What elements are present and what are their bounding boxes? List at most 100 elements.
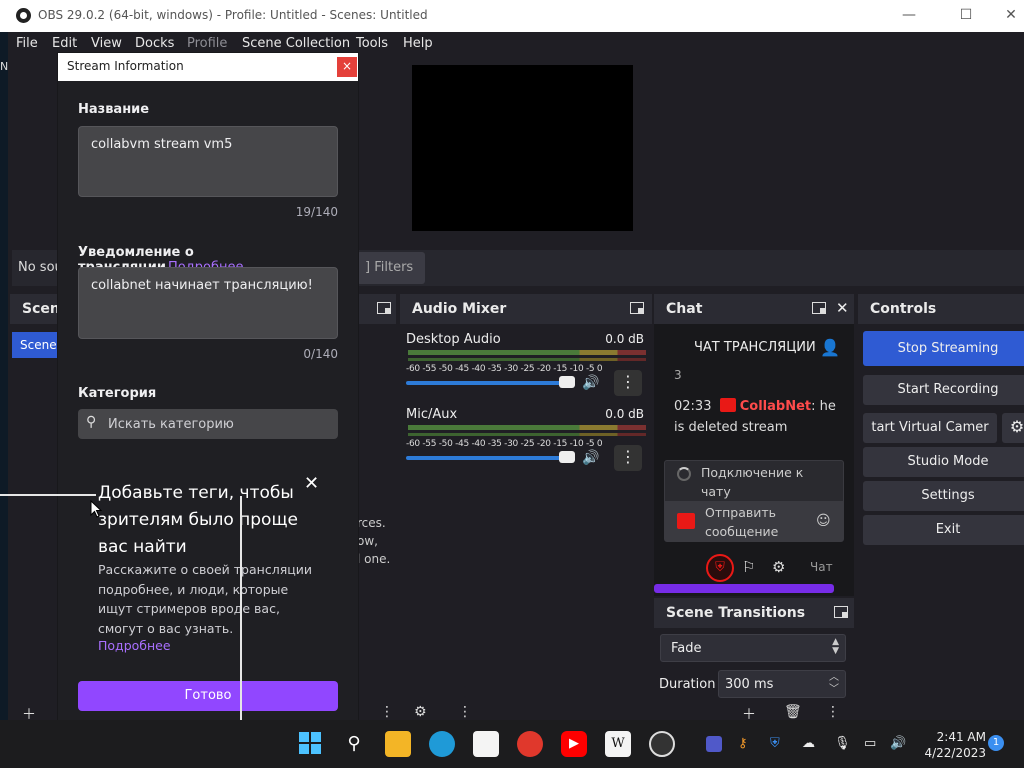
obs-logo-icon <box>16 8 31 23</box>
wikipedia-icon[interactable]: W <box>605 731 631 757</box>
close-icon[interactable]: ✕ <box>304 473 319 494</box>
menu-scene-collection[interactable]: Scene Collection <box>242 36 350 51</box>
message-username[interactable]: CollabNet <box>740 399 811 414</box>
menu-edit[interactable]: Edit <box>52 36 77 51</box>
taskbar-clock[interactable]: 2:41 AM 4/22/2023 <box>916 729 986 761</box>
gear-icon[interactable]: ⚙ <box>772 558 785 576</box>
title-field-label: Название <box>78 102 150 117</box>
mod-shield-icon[interactable]: ⛨ <box>706 554 734 582</box>
close-window-button[interactable]: ✕ <box>988 0 1024 32</box>
volume-meter <box>408 433 646 436</box>
transition-select[interactable]: Fade ▲ ▼ <box>660 634 846 662</box>
exit-button[interactable]: Exit <box>863 515 1024 545</box>
gear-icon[interactable]: ⚙ <box>414 704 427 720</box>
chevron-updown-icon: ▲ ▼ <box>832 637 839 656</box>
notification-badge[interactable]: 1 <box>988 735 1004 751</box>
security-icon[interactable]: ⛨ <box>770 736 780 751</box>
dialog-close-button[interactable]: × <box>337 57 357 77</box>
audio-mixer-title: Audio Mixer <box>412 301 507 317</box>
chat-message: 02:33 CollabNet: he is deleted stream <box>674 396 844 438</box>
search-icon: ⚲ <box>86 414 97 430</box>
kebab-icon[interactable]: ⋮ <box>380 704 394 720</box>
category-search-box[interactable]: ⚲ <box>78 409 338 439</box>
menu-file[interactable]: File <box>16 36 38 51</box>
kebab-icon[interactable]: ⋮ <box>826 704 840 720</box>
scene-transitions-header: Scene Transitions <box>654 598 854 628</box>
menu-view[interactable]: View <box>91 36 122 51</box>
broadcaster-badge-icon <box>719 398 736 412</box>
microphone-icon[interactable]: 🎙 <box>834 736 851 751</box>
close-icon[interactable]: ✕ <box>836 299 849 317</box>
speaker-icon[interactable]: 🔊 <box>582 375 599 391</box>
minimize-button[interactable]: — <box>886 0 932 32</box>
duration-value: 300 ms <box>725 677 774 692</box>
loading-spinner-icon <box>677 467 691 481</box>
key-icon[interactable]: ⚷ <box>738 736 748 751</box>
done-button[interactable]: Готово <box>78 681 338 711</box>
undock-icon[interactable] <box>377 302 391 314</box>
notification-input[interactable]: collabnet начинает трансляцию! <box>78 267 338 339</box>
scene-list-item[interactable]: Scene <box>12 332 60 358</box>
chat-connecting-popup: Подключение к чату Отправить сообщение ☺ <box>664 460 844 542</box>
mixer-channel-mic: Mic/Aux 0.0 dB -60 -55 -50 -45 -40 -35 -… <box>406 407 646 471</box>
cart-icon[interactable]: ⚐ <box>742 558 755 576</box>
sources-help-line: l one. <box>357 552 391 566</box>
channel-menu-button[interactable]: ⋮ <box>614 445 642 471</box>
channel-name: Mic/Aux <box>406 407 458 422</box>
edge-browser-icon[interactable] <box>429 731 455 757</box>
start-virtual-camera-button[interactable]: tart Virtual Camer <box>863 413 997 443</box>
teams-icon[interactable] <box>706 736 722 752</box>
volume-slider-handle[interactable] <box>559 451 575 463</box>
sources-help-line: rces. <box>357 516 386 530</box>
network-icon[interactable]: ▭ <box>864 736 876 751</box>
clock-time: 2:41 AM <box>936 730 986 744</box>
emote-icon[interactable]: ☺ <box>816 513 831 529</box>
volume-slider-handle[interactable] <box>559 376 575 388</box>
settings-button[interactable]: Settings <box>863 481 1024 511</box>
undock-icon[interactable] <box>834 606 848 618</box>
stream-title-input[interactable]: collabvm stream vm5 <box>78 126 338 197</box>
youtube-icon[interactable]: ▶ <box>561 731 587 757</box>
chat-stub-char: 3 <box>674 368 682 382</box>
start-recording-button[interactable]: Start Recording <box>863 375 1024 405</box>
mouse-cursor-icon <box>90 500 102 518</box>
camera-icon <box>677 513 695 529</box>
stop-streaming-button[interactable]: Stop Streaming <box>863 331 1024 366</box>
search-icon[interactable]: ⚲ <box>341 731 367 757</box>
popover-learn-more-link[interactable]: Подробнее <box>98 638 171 653</box>
gear-icon[interactable]: ⚙ <box>1002 413 1024 443</box>
studio-mode-button[interactable]: Studio Mode <box>863 447 1024 477</box>
volume-slider[interactable] <box>406 456 574 460</box>
menu-tools[interactable]: Tools <box>356 36 388 51</box>
maximize-button[interactable]: ☐ <box>943 0 989 32</box>
users-icon[interactable]: 👤 <box>820 338 840 357</box>
preview-canvas[interactable] <box>412 65 633 231</box>
windows-start-icon[interactable] <box>297 731 323 757</box>
undock-icon[interactable] <box>630 302 644 314</box>
volume-icon[interactable]: 🔊 <box>890 736 906 751</box>
chat-bottom-bar: ⛨ ⚐ ⚙ Чат <box>654 548 854 584</box>
menu-docks[interactable]: Docks <box>135 36 174 51</box>
chrome-icon[interactable] <box>517 731 543 757</box>
menu-profile[interactable]: Profile <box>187 36 227 51</box>
category-search-input[interactable] <box>108 414 328 434</box>
sources-help-text: rces. ow, l one. <box>357 514 390 568</box>
kebab-icon[interactable]: ⋮ <box>458 704 472 720</box>
dialog-title: Stream Information <box>67 59 184 73</box>
chat-send-button[interactable]: Чат <box>810 560 833 574</box>
undock-icon[interactable] <box>812 302 826 314</box>
spinner-arrows-icon[interactable]: ︿ ﹀ <box>829 672 839 696</box>
file-explorer-icon[interactable] <box>385 731 411 757</box>
menu-help[interactable]: Help <box>403 36 433 51</box>
duration-input[interactable]: 300 ms ︿ ﹀ <box>718 670 846 698</box>
volume-slider[interactable] <box>406 381 574 385</box>
store-icon[interactable] <box>473 731 499 757</box>
clock-date: 4/22/2023 <box>924 746 986 760</box>
speaker-icon[interactable]: 🔊 <box>582 450 599 466</box>
trash-icon[interactable]: 🗑 <box>784 704 802 720</box>
channel-menu-button[interactable]: ⋮ <box>614 370 642 396</box>
obs-taskbar-icon[interactable] <box>649 731 675 757</box>
filters-button[interactable]: ] Filters <box>357 252 425 284</box>
onedrive-icon[interactable]: ☁ <box>802 736 815 751</box>
send-message-input[interactable]: Отправить сообщение <box>705 503 805 541</box>
